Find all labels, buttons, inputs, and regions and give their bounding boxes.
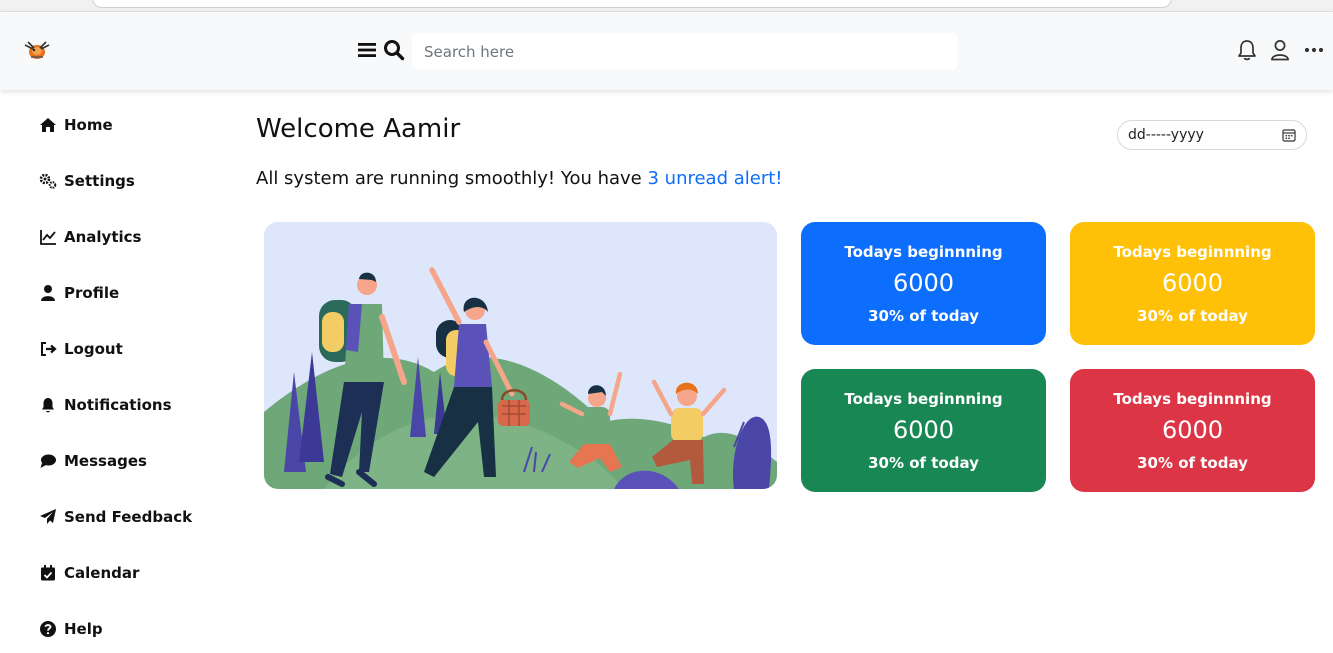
user-icon[interactable] bbox=[1269, 38, 1291, 62]
sidebar-item-profile[interactable]: Profile bbox=[39, 281, 119, 305]
unread-alerts-link[interactable]: 3 unread alert! bbox=[647, 168, 782, 189]
card-value: 6000 bbox=[1161, 268, 1224, 297]
sidebar-item-label: Home bbox=[64, 116, 113, 134]
cogs-icon bbox=[39, 173, 57, 189]
status-message: All system are running smoothly! You hav… bbox=[256, 168, 783, 189]
card-value: 6000 bbox=[892, 415, 955, 444]
hero-illustration bbox=[264, 222, 777, 489]
sidebar-item-messages[interactable]: Messages bbox=[39, 449, 147, 473]
home-icon bbox=[40, 118, 56, 132]
question-circle-icon bbox=[40, 621, 56, 637]
comment-icon bbox=[40, 454, 56, 468]
sign-out-icon bbox=[41, 342, 57, 356]
browser-address-bar[interactable] bbox=[92, 0, 1172, 8]
hamburger-menu-icon[interactable] bbox=[357, 40, 377, 60]
card-value: 6000 bbox=[1161, 415, 1224, 444]
more-options-icon[interactable] bbox=[1303, 38, 1325, 62]
status-text: All system are running smoothly! You hav… bbox=[256, 168, 648, 189]
sidebar-item-label: Calendar bbox=[64, 564, 140, 582]
date-picker-input[interactable]: dd-----yyyy bbox=[1117, 120, 1307, 150]
top-navbar bbox=[0, 12, 1333, 90]
sidebar-item-label: Help bbox=[64, 620, 103, 638]
stat-card-green: Todays beginnning 6000 30% of today bbox=[801, 369, 1046, 492]
sidebar-item-calendar[interactable]: Calendar bbox=[39, 561, 139, 585]
sidebar-item-label: Messages bbox=[64, 452, 147, 470]
sidebar-item-send-feedback[interactable]: Send Feedback bbox=[39, 505, 192, 529]
search-input[interactable] bbox=[412, 33, 958, 70]
card-title: Todays beginnning bbox=[844, 242, 1003, 261]
sidebar-item-label: Profile bbox=[64, 284, 120, 302]
paper-plane-icon bbox=[40, 509, 56, 524]
logo-icon[interactable] bbox=[22, 39, 52, 61]
date-placeholder: dd-----yyyy bbox=[1128, 127, 1204, 143]
sidebar: Home Settings Analytics Profile Logout N… bbox=[0, 90, 236, 653]
user-icon bbox=[41, 285, 55, 301]
card-subtitle: 30% of today bbox=[1137, 306, 1248, 325]
sidebar-item-label: Settings bbox=[64, 172, 135, 190]
sidebar-item-label: Analytics bbox=[64, 228, 142, 246]
sidebar-item-label: Notifications bbox=[64, 396, 172, 414]
bell-icon[interactable] bbox=[1236, 38, 1258, 62]
card-value: 6000 bbox=[892, 268, 955, 297]
page-title: Welcome Aamir bbox=[256, 114, 461, 144]
sidebar-item-help[interactable]: Help bbox=[39, 617, 103, 641]
sidebar-item-label: Send Feedback bbox=[64, 508, 193, 526]
card-subtitle: 30% of today bbox=[868, 453, 979, 472]
sidebar-item-notifications[interactable]: Notifications bbox=[39, 393, 172, 417]
calendar-icon[interactable] bbox=[1282, 128, 1296, 142]
chart-line-icon bbox=[40, 230, 56, 245]
card-subtitle: 30% of today bbox=[1137, 453, 1248, 472]
sidebar-item-settings[interactable]: Settings bbox=[39, 169, 135, 193]
sidebar-item-label: Logout bbox=[64, 340, 123, 358]
card-subtitle: 30% of today bbox=[868, 306, 979, 325]
card-title: Todays beginnning bbox=[1113, 389, 1272, 408]
card-title: Todays beginnning bbox=[844, 389, 1003, 408]
bell-icon bbox=[42, 398, 54, 413]
browser-chrome-strip bbox=[0, 0, 1333, 12]
search-icon[interactable] bbox=[383, 39, 405, 61]
sidebar-item-logout[interactable]: Logout bbox=[39, 337, 123, 361]
card-title: Todays beginnning bbox=[1113, 242, 1272, 261]
stat-card-red: Todays beginnning 6000 30% of today bbox=[1070, 369, 1315, 492]
stat-card-blue: Todays beginnning 6000 30% of today bbox=[801, 222, 1046, 345]
sidebar-item-analytics[interactable]: Analytics bbox=[39, 225, 141, 249]
stat-card-yellow: Todays beginnning 6000 30% of today bbox=[1070, 222, 1315, 345]
calendar-check-icon bbox=[41, 565, 55, 581]
sidebar-item-home[interactable]: Home bbox=[39, 113, 113, 137]
